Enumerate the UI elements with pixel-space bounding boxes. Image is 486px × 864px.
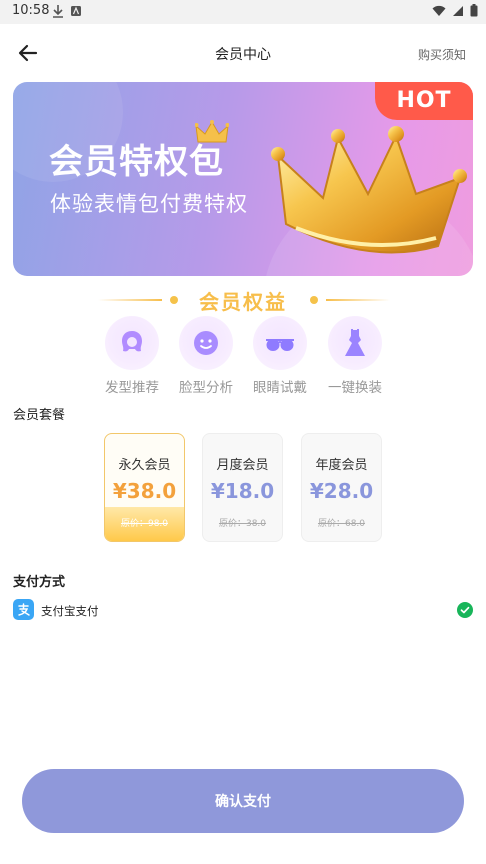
benefit-label: 一键换装 [328, 380, 382, 396]
plan-name: 月度会员 [216, 458, 269, 473]
payment-label: 支付方式 [13, 575, 66, 590]
check-icon [457, 602, 473, 618]
benefit-label: 发型推荐 [105, 380, 159, 396]
payment-option-alipay[interactable]: 支付宝支付 [13, 599, 473, 623]
nav-bar: 会员中心 购买须知 [0, 24, 486, 82]
plan-yearly[interactable]: 年度会员 ¥28.0 原价：68.0 [301, 433, 382, 542]
banner-subtitle: 体验表情包付费特权 [50, 192, 248, 216]
app-notification-icon [71, 6, 81, 16]
benefits-header: 会员权益 [0, 282, 486, 318]
plans-label: 会员套餐 [13, 408, 66, 423]
benefit-hairstyle[interactable]: 发型推荐 [97, 316, 167, 396]
plan-original-price: 原价：98.0 [120, 519, 169, 529]
status-bar: 10:58 [0, 0, 486, 24]
wifi-icon [432, 5, 446, 16]
crown-icon [271, 126, 467, 254]
download-icon [53, 5, 63, 18]
page-title: 会员中心 [215, 47, 271, 63]
plan-original-price: 原价：38.0 [218, 519, 267, 529]
benefits-title: 会员权益 [199, 290, 287, 314]
plan-price: ¥28.0 [309, 479, 374, 503]
plan-lifetime[interactable]: 永久会员 ¥38.0 原价：98.0 [104, 433, 185, 542]
vip-banner: 会员特权包 体验表情包付费特权 HOT [13, 82, 473, 276]
face-icon [179, 316, 233, 370]
glasses-icon [253, 316, 307, 370]
plan-name: 永久会员 [118, 458, 171, 473]
benefit-label: 眼睛试戴 [253, 380, 307, 396]
battery-icon [470, 4, 478, 17]
plan-name: 年度会员 [315, 458, 368, 473]
benefit-outfit[interactable]: 一键换装 [320, 316, 390, 396]
dress-icon [328, 316, 382, 370]
alipay-icon [13, 599, 34, 620]
plan-price: ¥38.0 [112, 479, 177, 503]
confirm-payment-button[interactable]: 确认支付 [22, 769, 464, 833]
benefit-glasses[interactable]: 眼睛试戴 [245, 316, 315, 396]
small-crown-icon [195, 120, 229, 143]
hairstyle-icon [105, 316, 159, 370]
plan-price: ¥18.0 [210, 479, 275, 503]
payment-method-name: 支付宝支付 [41, 604, 99, 618]
plan-original-price: 原价：68.0 [317, 519, 366, 529]
signal-icon [453, 5, 463, 16]
status-time: 10:58 [12, 3, 50, 18]
benefit-label: 脸型分析 [179, 380, 233, 396]
benefit-face[interactable]: 脸型分析 [171, 316, 241, 396]
hot-badge: HOT [375, 82, 473, 120]
plan-monthly[interactable]: 月度会员 ¥18.0 原价：38.0 [202, 433, 283, 542]
purchase-notes-link[interactable]: 购买须知 [418, 46, 466, 63]
